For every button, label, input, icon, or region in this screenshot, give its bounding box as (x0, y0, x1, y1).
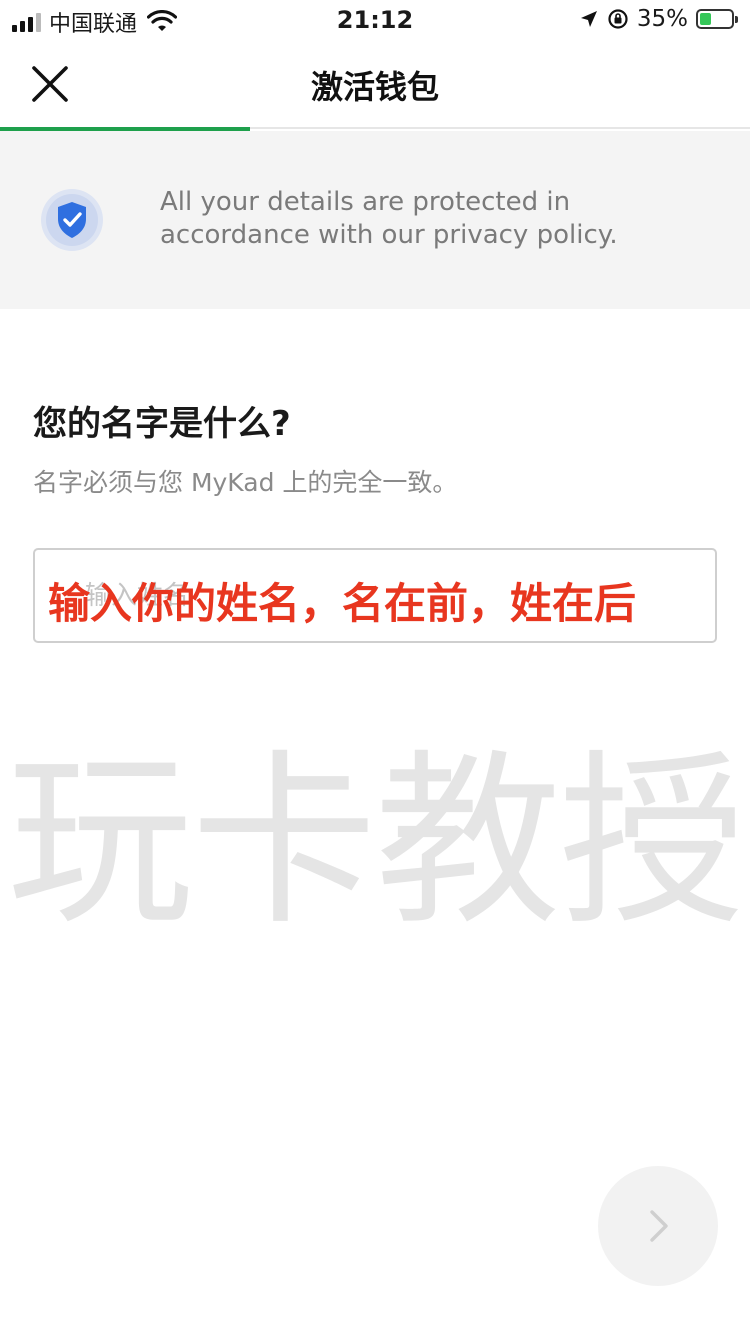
status-right: 35% (579, 6, 738, 32)
nav-bar: 激活钱包 (0, 40, 750, 128)
next-button[interactable] (598, 1166, 718, 1286)
chevron-right-icon (650, 1210, 668, 1242)
location-icon (580, 11, 597, 27)
shield-check-icon (40, 188, 104, 252)
name-input[interactable] (33, 548, 717, 643)
page-title: 激活钱包 (310, 68, 439, 106)
battery-level (700, 13, 711, 25)
privacy-message: All your details are protected in accord… (160, 187, 618, 250)
status-bar: 中国联通 21:12 35% (0, 0, 750, 40)
orientation-lock-icon (608, 9, 628, 29)
question-title: 您的名字是什么? (33, 404, 291, 444)
privacy-banner: All your details are protected in accord… (0, 131, 750, 309)
watermark: 玩卡教授 (6, 733, 745, 950)
battery-icon (696, 9, 738, 29)
question-hint: 名字必须与您 MyKad 上的完全一致。 (33, 468, 458, 497)
battery-percent: 35% (636, 6, 688, 32)
